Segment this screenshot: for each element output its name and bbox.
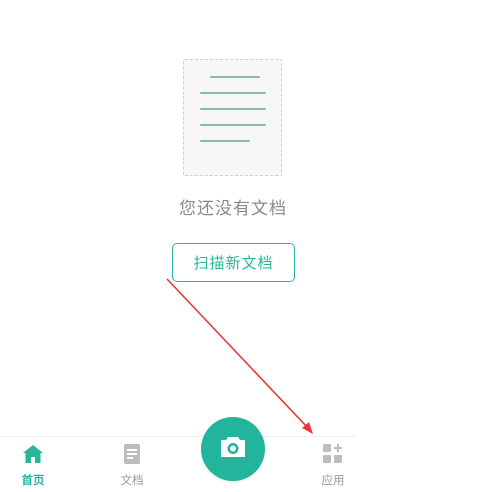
doc-line	[210, 76, 260, 78]
home-icon	[22, 443, 44, 465]
document-icon	[121, 443, 143, 465]
camera-scan-button[interactable]	[201, 417, 265, 481]
nav-item-documents[interactable]: 文档	[102, 443, 162, 489]
nav-right-area	[356, 436, 480, 492]
doc-line	[200, 140, 250, 142]
nav-label-documents: 文档	[120, 473, 144, 487]
empty-state-message: 您还没有文档	[179, 199, 287, 219]
doc-line	[200, 108, 266, 110]
app-screen: 您还没有文档 扫描新文档 首页 文档 应用	[0, 0, 480, 492]
camera-icon	[219, 435, 247, 463]
nav-label-home: 首页	[21, 473, 45, 487]
nav-label-apps: 应用	[321, 473, 345, 487]
doc-line	[200, 92, 266, 94]
bottom-navigation: 首页 文档 应用	[0, 436, 356, 492]
empty-document-illustration	[183, 59, 282, 176]
nav-item-apps[interactable]: 应用	[303, 443, 363, 489]
scan-new-document-button[interactable]: 扫描新文档	[172, 243, 295, 282]
nav-item-home[interactable]: 首页	[3, 443, 63, 489]
doc-line	[200, 124, 266, 126]
apps-grid-icon	[322, 443, 344, 465]
